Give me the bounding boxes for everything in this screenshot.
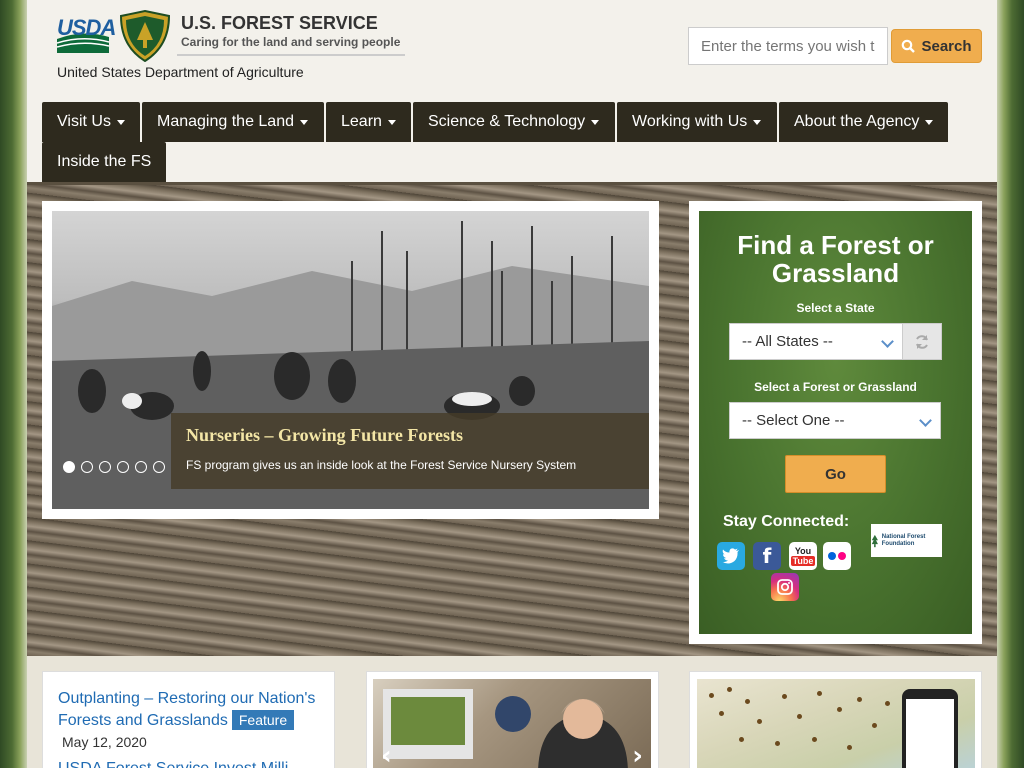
find-forest-panel: Find a Forest or Grassland Select a Stat…: [689, 201, 982, 644]
search-button-label: Search: [921, 37, 972, 55]
state-label: Select a State: [796, 301, 875, 315]
phone-app-illustration: [902, 689, 958, 768]
caret-down-icon: [591, 119, 600, 125]
map-pin-icon: [885, 701, 890, 706]
news-card: Outplanting – Restoring our Nation's For…: [42, 671, 335, 768]
carousel-dot[interactable]: [63, 461, 75, 473]
map-pin-icon: [817, 691, 822, 696]
nav-inside-the-fs[interactable]: Inside the FS: [42, 142, 166, 182]
tree-icon: [871, 534, 878, 547]
twitter-icon[interactable]: [717, 542, 745, 570]
reset-button[interactable]: [902, 323, 942, 360]
department-name: United States Department of Agriculture: [57, 64, 304, 80]
nff-text: National Forest Foundation: [881, 533, 926, 547]
nav-label: About the Agency: [794, 113, 920, 130]
chevron-right-icon[interactable]: ›: [632, 741, 643, 768]
chevron-down-icon: [881, 335, 894, 348]
carousel-indicators: [63, 461, 165, 473]
news-date: May 12, 2020: [62, 734, 147, 750]
find-forest-box: Find a Forest or Grassland Select a Stat…: [699, 211, 972, 634]
news-headline[interactable]: Outplanting – Restoring our Nation's For…: [58, 688, 323, 732]
map-pin-icon: [709, 693, 714, 698]
map-pin-icon: [837, 707, 842, 712]
map-pin-icon: [739, 737, 744, 742]
nav-science-technology[interactable]: Science & Technology: [413, 102, 615, 142]
header: USDA U.S. FOREST SERVICE Caring for the …: [27, 0, 997, 182]
bottom-section: Outplanting – Restoring our Nation's For…: [27, 656, 997, 768]
photo-illustration: [383, 689, 628, 768]
nav-about-the-agency[interactable]: About the Agency: [779, 102, 948, 142]
map-pin-icon: [727, 687, 732, 692]
map-pin-icon: [797, 714, 802, 719]
refresh-icon: [916, 334, 928, 349]
nav-label: Science & Technology: [428, 113, 586, 130]
caption-title[interactable]: Nurseries – Growing Future Forests: [186, 425, 463, 446]
search-button[interactable]: Search: [891, 29, 982, 63]
carousel-caption: Nurseries – Growing Future Forests FS pr…: [171, 413, 649, 489]
staff-photo[interactable]: ‹ ›: [373, 679, 651, 768]
carousel-dot[interactable]: [135, 461, 147, 473]
state-select-value: -- All States --: [742, 333, 833, 350]
map-pin-icon: [782, 694, 787, 699]
nav-label: Visit Us: [57, 113, 111, 130]
tagline: Caring for the land and serving people: [181, 35, 401, 49]
nav-managing-the-land[interactable]: Managing the Land: [142, 102, 324, 142]
instagram-icon[interactable]: [771, 573, 799, 601]
nav-label: Learn: [341, 113, 382, 130]
finder-title: Find a Forest or Grassland: [737, 230, 934, 288]
forest-label: Select a Forest or Grassland: [754, 380, 917, 394]
page: USDA U.S. FOREST SERVICE Caring for the …: [27, 0, 997, 768]
caret-down-icon: [387, 119, 396, 125]
chevron-left-icon[interactable]: ‹: [381, 741, 392, 768]
nav-label: Working with Us: [632, 113, 748, 130]
carousel-dot[interactable]: [99, 461, 111, 473]
search-icon: [902, 39, 916, 53]
stay-connected-label: Stay Connected:: [723, 513, 850, 530]
map-card: [689, 671, 982, 768]
chevron-down-icon: [919, 414, 932, 427]
nav-learn[interactable]: Learn: [326, 102, 411, 142]
flickr-icon[interactable]: [823, 542, 851, 570]
map-pin-icon: [775, 741, 780, 746]
nav-visit-us[interactable]: Visit Us: [42, 102, 140, 142]
map-pin-icon: [757, 719, 762, 724]
carousel-dot[interactable]: [81, 461, 93, 473]
caret-down-icon: [116, 119, 125, 125]
caption-text: FS program gives us an inside look at th…: [186, 458, 577, 472]
nav-label: Managing the Land: [157, 113, 294, 130]
usda-wordmark: USDA: [57, 15, 116, 40]
national-forest-foundation-logo[interactable]: National Forest Foundation: [871, 524, 942, 557]
state-select[interactable]: -- All States --: [729, 323, 903, 360]
photo-card: ‹ ›: [366, 671, 659, 768]
hero-section: Nurseries – Growing Future Forests FS pr…: [27, 182, 997, 656]
carousel-dot[interactable]: [153, 461, 165, 473]
map-pin-icon: [719, 711, 724, 716]
search-input[interactable]: [688, 27, 888, 65]
map-pin-icon: [745, 699, 750, 704]
us-map-image[interactable]: [697, 679, 975, 768]
header-divider: [177, 54, 405, 56]
agency-name: U.S. FOREST SERVICE: [181, 13, 378, 33]
caret-down-icon: [300, 119, 308, 125]
forest-select-value: -- Select One --: [742, 412, 845, 429]
map-pin-icon: [857, 697, 862, 702]
nav-working-with-us[interactable]: Working with Us: [617, 102, 777, 142]
facebook-icon[interactable]: f: [753, 542, 781, 570]
forest-service-shield-icon[interactable]: [120, 10, 170, 62]
go-button[interactable]: Go: [785, 455, 886, 493]
carousel-dot[interactable]: [117, 461, 129, 473]
youtube-icon[interactable]: You Tube: [789, 542, 817, 570]
news-headline-2[interactable]: USDA Forest Service Invest Milli...: [58, 760, 302, 768]
map-pin-icon: [812, 737, 817, 742]
forest-select[interactable]: -- Select One --: [729, 402, 941, 439]
map-pin-icon: [847, 745, 852, 750]
nav-label: Inside the FS: [57, 153, 152, 170]
carousel-slide-photo[interactable]: Nurseries – Growing Future Forests FS pr…: [52, 211, 649, 509]
carousel: Nurseries – Growing Future Forests FS pr…: [42, 201, 659, 519]
map-pin-icon: [872, 723, 877, 728]
caret-down-icon: [753, 119, 762, 125]
feature-badge: Feature: [231, 710, 295, 730]
caret-down-icon: [925, 119, 934, 125]
